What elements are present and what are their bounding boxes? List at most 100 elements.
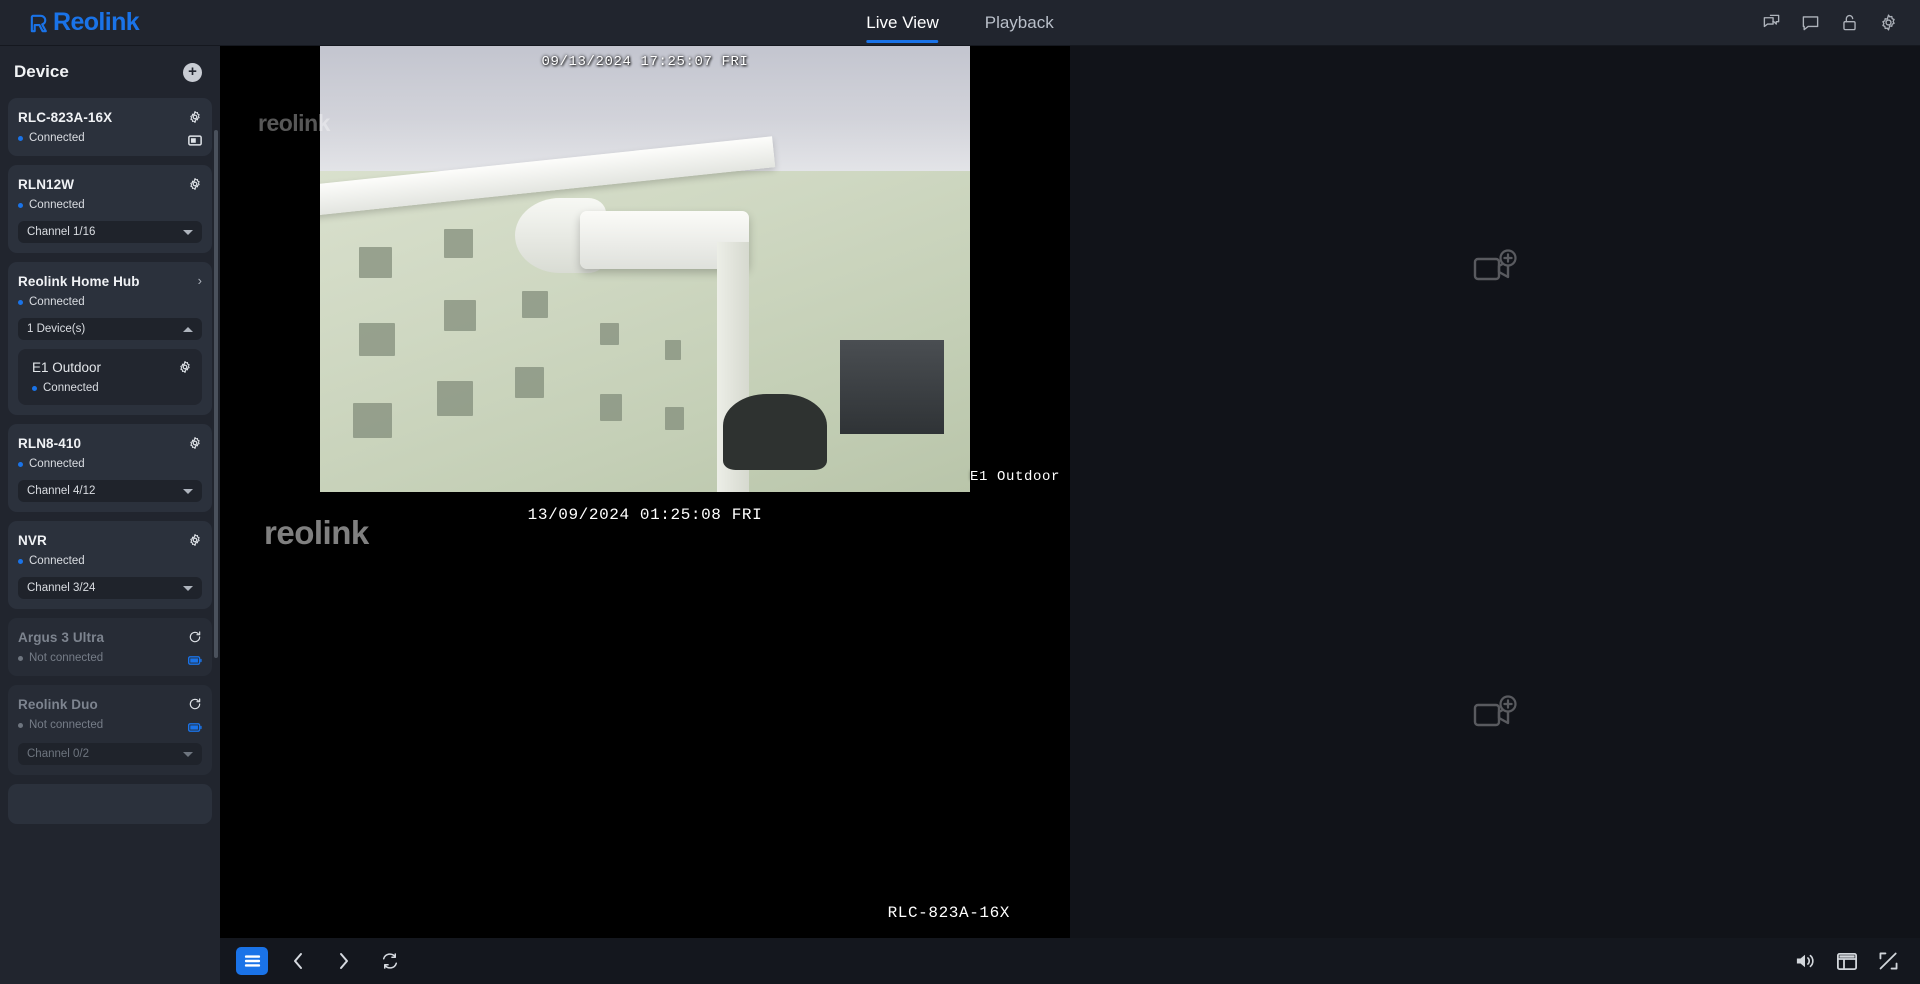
device-card-rln12w[interactable]: RLN12W Connected Channel 1/16 [8,165,212,253]
sidebar-scrollbar[interactable] [214,130,218,658]
device-card-nvr[interactable]: NVR Connected Channel 3/24 [8,521,212,609]
gear-icon[interactable] [188,436,202,450]
main-tabs: Live View Playback [866,0,1054,46]
status-dot [18,655,23,661]
device-count-label: 1 Device(s) [27,323,86,335]
gear-icon[interactable] [1879,13,1898,32]
device-card-rln8-410[interactable]: RLN8-410 Connected Channel 4/12 [8,424,212,512]
device-card-reolink-home-hub[interactable]: Reolink Home Hub Connected › 1 Device(s) [8,262,212,415]
channel-label: Channel 3/24 [27,582,96,594]
device-status: Connected [18,555,85,567]
reolink-logo: Reolink [28,10,140,35]
status-dot [18,202,23,208]
device-list: RLC-823A-16X Connected RLN12W Connected … [0,98,220,984]
video-tile-empty-2[interactable] [1070,492,1920,938]
chevron-down-icon [183,751,193,757]
device-name: NVR [18,533,47,548]
device-card-partial[interactable] [8,784,212,824]
add-device-button[interactable]: + [183,62,202,82]
device-card-reolink-duo[interactable]: Reolink Duo Not connected Channel 0/2 [8,685,212,775]
status-text: Not connected [29,719,104,731]
device-card-argus-3-ultra[interactable]: Argus 3 Ultra Not connected [8,618,212,676]
layout-icon [244,955,260,967]
chevron-left-icon [294,953,302,969]
status-text: Connected [43,382,99,394]
status-dot [18,135,23,141]
tab-live-view[interactable]: Live View [866,0,940,46]
chevron-up-icon [183,326,193,332]
chevron-down-icon [183,229,193,235]
fullscreen-icon[interactable] [1879,952,1898,970]
snapshot-icon[interactable] [188,135,202,146]
grid-icon[interactable] [1837,952,1857,970]
status-dot [18,461,23,467]
header-icon-group [1762,13,1898,32]
video-tile-rlc-823a-16x[interactable]: reolink 13/09/2024 01:25:08 FRI RLC-823A… [220,492,1070,938]
video-camera-label: E1 Outdoor [969,469,1060,485]
device-name: Argus 3 Ultra [18,630,105,645]
child-device-e1-outdoor[interactable]: E1 Outdoor Connected [18,349,202,405]
refresh-icon [382,953,398,969]
video-stage: reolink 09/13/2024 17:25:07 FRI E1 Outdo… [220,46,1920,984]
device-status: Connected [18,132,112,144]
add-camera-icon[interactable] [1473,695,1517,735]
chevron-down-icon [183,488,193,494]
channel-selector[interactable]: Channel 0/2 [18,743,202,765]
previous-button[interactable] [282,947,314,975]
device-name: RLN12W [18,177,75,192]
two-way-talk-icon[interactable] [1762,13,1781,32]
battery-icon[interactable] [188,722,202,733]
gear-icon[interactable] [188,177,202,191]
speaker-icon[interactable] [1795,952,1815,970]
gear-icon[interactable] [188,110,202,124]
video-grid: reolink 09/13/2024 17:25:07 FRI E1 Outdo… [220,46,1920,938]
layout-button[interactable] [236,947,268,975]
device-card-rlc-823a-16x[interactable]: RLC-823A-16X Connected [8,98,212,156]
tab-playback[interactable]: Playback [985,0,1054,46]
battery-icon[interactable] [188,655,202,666]
status-dot [18,558,23,564]
chevron-right-icon[interactable]: › [198,274,202,287]
unlock-icon[interactable] [1840,13,1859,32]
channel-selector[interactable]: Channel 4/12 [18,480,202,502]
reolink-mark-icon [30,14,47,33]
app-header: Reolink Live View Playback [0,0,1920,46]
status-dot [32,385,37,391]
camera-feed [220,46,1070,492]
device-status: Not connected [18,652,104,664]
video-watermark: reolink [264,514,369,551]
video-tile-e1-outdoor[interactable]: reolink 09/13/2024 17:25:07 FRI E1 Outdo… [220,46,1070,492]
sidebar-title: Device [14,62,69,81]
device-count-selector[interactable]: 1 Device(s) [18,318,202,340]
refresh-icon[interactable] [188,630,202,644]
channel-selector[interactable]: Channel 1/16 [18,221,202,243]
video-camera-label: RLC-823A-16X [887,904,1010,922]
refresh-button[interactable] [374,947,406,975]
status-text: Connected [29,132,85,144]
channel-label: Channel 4/12 [27,485,96,497]
device-name: Reolink Duo [18,697,98,712]
app-body: Device + RLC-823A-16X Connected RLN12W C… [0,46,1920,984]
next-button[interactable] [328,947,360,975]
channel-selector[interactable]: Channel 3/24 [18,577,202,599]
status-dot [18,722,23,728]
video-tile-empty-1[interactable] [1070,46,1920,492]
device-name: Reolink Home Hub [18,274,140,289]
channel-label: Channel 1/16 [27,226,96,238]
device-status: Connected [18,199,85,211]
channel-label: Channel 0/2 [27,748,90,760]
device-status: Not connected [18,719,103,731]
add-camera-icon[interactable] [1473,249,1517,289]
child-device-status: Connected [32,382,101,394]
message-icon[interactable] [1801,13,1820,32]
device-name: RLC-823A-16X [18,110,113,125]
sidebar-header: Device + [0,46,220,98]
refresh-icon[interactable] [188,697,202,711]
gear-icon[interactable] [188,533,202,547]
toolbar-right-group [1795,952,1898,970]
status-text: Not connected [29,652,104,664]
gear-icon[interactable] [178,360,192,374]
status-text: Connected [29,296,85,308]
reolink-client-window: Reolink Live View Playback Device + RLC-… [0,0,1920,984]
video-timestamp: 13/09/2024 01:25:08 FRI [527,506,763,524]
